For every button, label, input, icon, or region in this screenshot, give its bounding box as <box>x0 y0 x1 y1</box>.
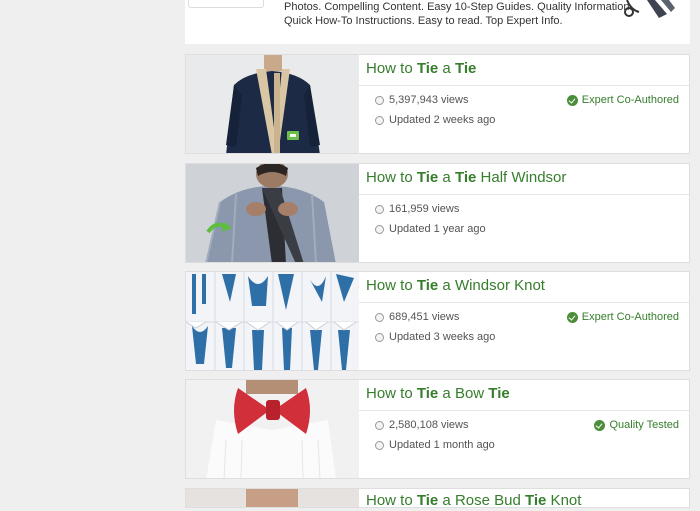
updated-time: Updated 3 weeks ago <box>375 330 495 344</box>
article-title[interactable]: How to Tie a Bow Tie <box>366 384 510 404</box>
eye-circle-icon <box>375 204 384 214</box>
article-card[interactable]: How to Tie a Rose Bud Tie Knot <box>185 488 690 509</box>
promo-text: Photos. Compelling Content. Easy 10-Step… <box>284 0 633 28</box>
quality-badge: Quality Tested <box>594 418 679 432</box>
article-info: How to Tie a Tie Half Windsor 161,959 vi… <box>359 164 689 262</box>
eye-circle-icon <box>375 312 384 322</box>
article-title[interactable]: How to Tie a Windsor Knot <box>366 276 545 296</box>
clock-circle-icon <box>375 332 384 342</box>
article-thumbnail[interactable] <box>186 380 359 478</box>
promo-line-2: Quick How-To Instructions. Easy to read.… <box>284 15 563 27</box>
updated-time: Updated 1 month ago <box>375 438 495 452</box>
article-title[interactable]: How to Tie a Tie Half Windsor <box>366 168 566 188</box>
clock-circle-icon <box>375 440 384 450</box>
view-count: 5,397,943 views <box>375 93 469 107</box>
rose-bud-tie-photo <box>186 489 359 507</box>
article-card[interactable]: How to Tie a Tie 5,397,943 views Updated… <box>185 54 690 154</box>
article-title[interactable]: How to Tie a Rose Bud Tie Knot <box>366 491 581 511</box>
eye-circle-icon <box>375 420 384 430</box>
promo-line-1: Photos. Compelling Content. Easy 10-Step… <box>284 1 633 13</box>
promo-banner: Photos. Compelling Content. Easy 10-Step… <box>185 0 690 44</box>
divider <box>359 410 689 411</box>
tie-steps-diagram <box>186 272 359 370</box>
article-card[interactable]: How to Tie a Tie Half Windsor 161,959 vi… <box>185 163 690 263</box>
expert-badge: Expert Co-Authored <box>566 310 679 324</box>
updated-time: Updated 1 year ago <box>375 222 486 236</box>
check-circle-icon <box>566 94 578 106</box>
article-info: How to Tie a Rose Bud Tie Knot <box>359 489 689 509</box>
updated-time: Updated 2 weeks ago <box>375 113 495 127</box>
view-count: 689,451 views <box>375 310 459 324</box>
check-circle-icon <box>566 311 578 323</box>
man-tie-photo <box>186 55 359 153</box>
article-info: How to Tie a Windsor Knot 689,451 views … <box>359 272 689 370</box>
bow-tie-photo <box>186 380 359 478</box>
article-info: How to Tie a Tie 5,397,943 views Updated… <box>359 55 689 153</box>
eye-circle-icon <box>375 95 384 105</box>
article-thumbnail[interactable] <box>186 489 359 507</box>
divider <box>359 85 689 86</box>
divider <box>359 302 689 303</box>
article-card[interactable]: How to Tie a Windsor Knot 689,451 views … <box>185 271 690 371</box>
view-count: 161,959 views <box>375 202 459 216</box>
view-count: 2,580,108 views <box>375 418 469 432</box>
article-card[interactable]: How to Tie a Bow Tie 2,580,108 views Upd… <box>185 379 690 479</box>
divider <box>359 194 689 195</box>
clock-circle-icon <box>375 224 384 234</box>
article-thumbnail[interactable] <box>186 272 359 370</box>
expert-badge: Expert Co-Authored <box>566 93 679 107</box>
article-thumbnail[interactable] <box>186 55 359 153</box>
promo-input-box[interactable] <box>188 0 264 8</box>
article-title[interactable]: How to Tie a Tie <box>366 59 476 79</box>
scissors-tie-icon <box>624 0 675 18</box>
clock-circle-icon <box>375 115 384 125</box>
check-circle-icon <box>594 419 606 431</box>
article-info: How to Tie a Bow Tie 2,580,108 views Upd… <box>359 380 689 478</box>
man-tie-photo <box>186 164 359 262</box>
article-thumbnail[interactable] <box>186 164 359 262</box>
